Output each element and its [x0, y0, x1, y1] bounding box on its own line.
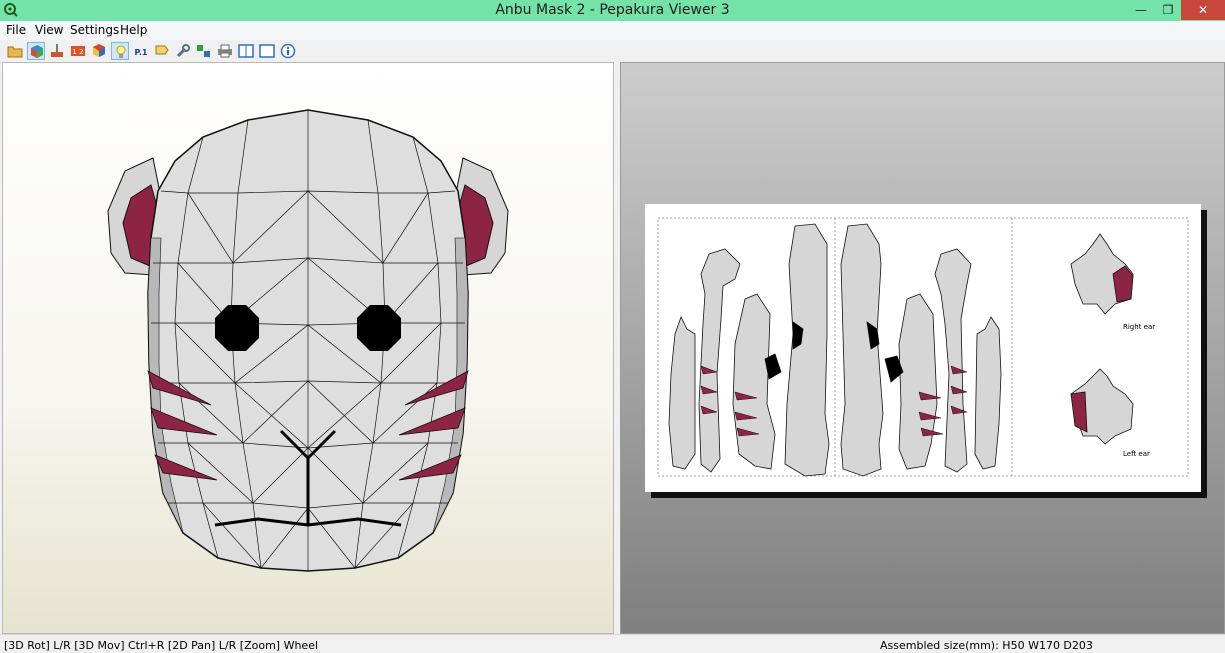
- menu-file[interactable]: File: [6, 23, 26, 37]
- toolbar: 1 2 P.1: [0, 40, 1225, 63]
- maximize-button[interactable]: ❐: [1157, 0, 1179, 20]
- page-number-icon[interactable]: 1 2: [69, 42, 87, 60]
- left-ear-label: Left ear: [1123, 450, 1150, 458]
- page-label-icon[interactable]: P.1: [132, 42, 150, 60]
- status-controls-hint: [3D Rot] L/R [3D Mov] Ctrl+R [2D Pan] L/…: [4, 639, 319, 652]
- minimize-button[interactable]: —: [1130, 0, 1152, 20]
- open-folder-icon[interactable]: [6, 42, 24, 60]
- window-split-icon[interactable]: [237, 42, 255, 60]
- 3d-viewport[interactable]: [2, 62, 614, 634]
- menu-settings[interactable]: Settings: [70, 23, 119, 37]
- page-label-text: P.1: [135, 48, 148, 57]
- close-button[interactable]: ✕: [1181, 0, 1225, 20]
- lightbulb-icon[interactable]: [111, 42, 129, 60]
- window-title: Anbu Mask 2 - Pepakura Viewer 3: [495, 2, 730, 18]
- info-icon[interactable]: [279, 42, 297, 60]
- title-bar: Anbu Mask 2 - Pepakura Viewer 3 — ❐ ✕: [0, 0, 1225, 21]
- status-assembled-size: Assembled size(mm): H50 W170 D203: [880, 639, 1093, 652]
- 2d-pattern-viewport[interactable]: Right ear Left ear: [620, 62, 1225, 634]
- svg-text:1 2: 1 2: [72, 48, 83, 56]
- status-bar: [3D Rot] L/R [3D Mov] Ctrl+R [2D Pan] L/…: [0, 634, 1225, 653]
- pattern-sheet[interactable]: Right ear Left ear: [645, 204, 1201, 492]
- unfold-icon[interactable]: [195, 42, 213, 60]
- right-ear-label: Right ear: [1123, 323, 1155, 331]
- menu-view[interactable]: View: [35, 23, 63, 37]
- 3d-view-icon[interactable]: [27, 42, 45, 60]
- unfolded-pattern: Right ear Left ear: [657, 217, 1189, 477]
- wrench-icon[interactable]: [174, 42, 192, 60]
- texture-icon[interactable]: [90, 42, 108, 60]
- window-single-icon[interactable]: [258, 42, 276, 60]
- mask-3d-model: [107, 109, 509, 572]
- menu-help[interactable]: Help: [120, 23, 147, 37]
- flap-icon[interactable]: [153, 42, 171, 60]
- print-settings-icon[interactable]: [48, 42, 66, 60]
- printer-icon[interactable]: [216, 42, 234, 60]
- menu-bar: File View Settings Help: [0, 21, 1225, 40]
